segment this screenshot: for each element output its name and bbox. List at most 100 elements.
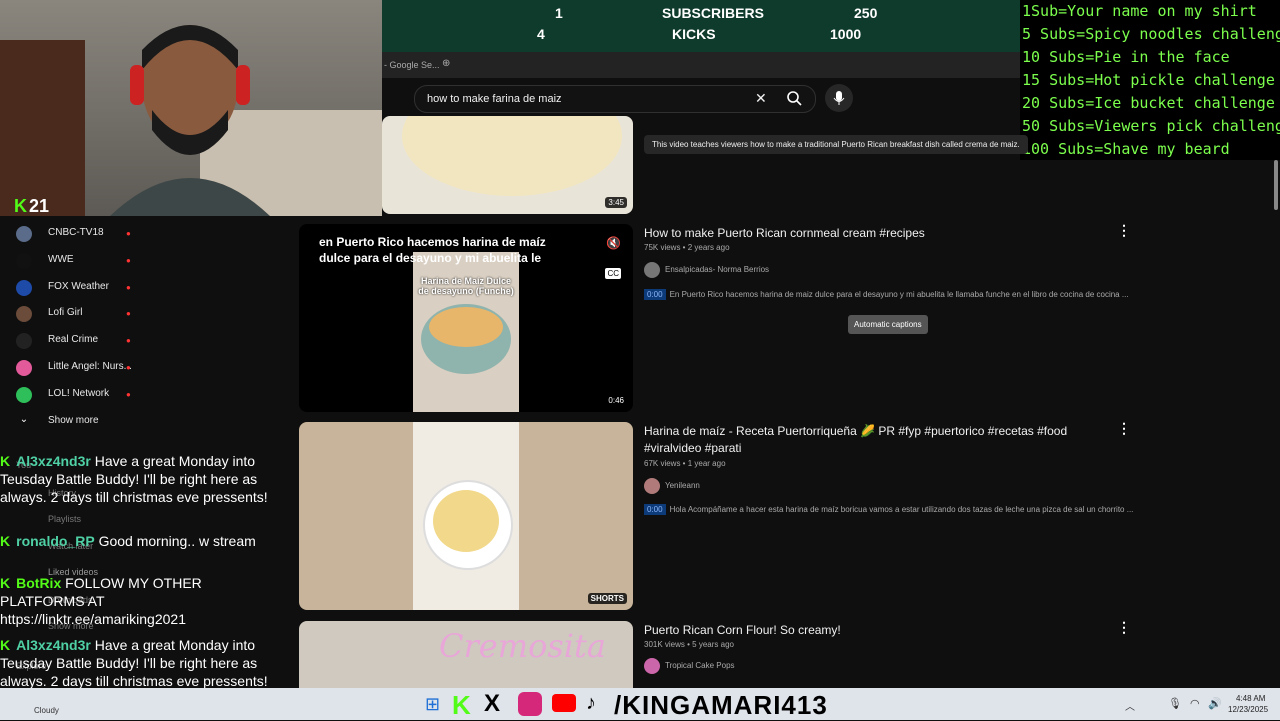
subscriber-label: SUBSCRIBERS xyxy=(662,5,764,21)
channel-link[interactable]: Ensalpicadas- Norma Berrios xyxy=(644,262,769,278)
subscriber-count: 1 xyxy=(555,5,563,21)
sidebar-item-little-angel[interactable]: Little Angel: Nurs... ● xyxy=(14,356,164,380)
page-scrollbar[interactable] xyxy=(1274,160,1278,210)
kick-icon: K xyxy=(0,637,11,653)
channel-avatar xyxy=(644,262,660,278)
sidebar-item-cnbc[interactable]: CNBC-TV18 ● xyxy=(14,222,164,246)
streamer-figure xyxy=(110,25,270,216)
video-snippet[interactable]: 0:00 Hola Acompáñame a hacer esta harina … xyxy=(644,504,1133,515)
search-icon xyxy=(787,91,802,106)
sidebar-item-lol-network[interactable]: LOL! Network ● xyxy=(14,383,164,407)
sidebar-playlists[interactable]: Playlists xyxy=(48,514,81,524)
chat-username: Al3xz4nd3r xyxy=(16,637,91,653)
live-icon: ● xyxy=(126,283,131,292)
sidebar-show-more[interactable]: ⌄ Show more xyxy=(14,410,164,434)
automatic-captions-tooltip: Automatic captions xyxy=(848,315,928,334)
thumb-image xyxy=(413,422,519,610)
search-query: how to make farina de maiz xyxy=(427,93,562,105)
search-button[interactable] xyxy=(776,85,814,111)
video-title[interactable]: Harina de maíz - Receta Puertorriqueña 🌽… xyxy=(644,423,1084,457)
search-input[interactable]: how to make farina de maiz ✕ xyxy=(414,85,816,113)
start-icon[interactable]: ⊞ xyxy=(425,694,440,715)
sidebar-item-real-crime[interactable]: Real Crime ● xyxy=(14,329,164,353)
chat-username: Al3xz4nd3r xyxy=(16,453,91,469)
live-icon: ● xyxy=(126,336,131,345)
webcam-badge: K 21 xyxy=(14,196,50,216)
video-title[interactable]: How to make Puerto Rican cornmeal cream … xyxy=(644,225,925,242)
channel-avatar xyxy=(16,333,32,349)
video-title[interactable]: Puerto Rican Corn Flour! So creamy! xyxy=(644,622,841,639)
webcam-feed: K 21 xyxy=(0,0,382,216)
more-options-icon[interactable]: ⋮ xyxy=(1117,619,1131,636)
preview-caption: en Puerto Rico hacemos harina de maíz du… xyxy=(319,235,546,265)
youtube-icon xyxy=(552,694,576,712)
voice-search-button[interactable] xyxy=(825,84,853,112)
mute-icon[interactable]: 🔇 xyxy=(606,236,621,250)
video-meta: 67K views • 1 year ago xyxy=(644,459,726,468)
thumb-image: Harina de Maíz Dulce de desayuno (Funche… xyxy=(413,252,519,412)
subscribers-row: 1 SUBSCRIBERS 250 xyxy=(382,5,1020,25)
video-duration: 0:46 xyxy=(605,395,627,406)
tray-chevron-icon[interactable]: ︿ xyxy=(1125,698,1135,713)
kick-logo-icon: K xyxy=(452,690,471,720)
subscriber-goal-table: 1 SUBSCRIBERS 250 4 KICKS 1000 xyxy=(382,0,1020,52)
live-icon: ● xyxy=(126,309,131,318)
kick-icon: K xyxy=(0,575,11,591)
globe-icon[interactable]: ⊕ xyxy=(442,58,450,69)
goal-10: 10 Subs=Pie in the face xyxy=(1022,48,1230,66)
chat-username: ronaldo_RP xyxy=(16,533,95,549)
video-meta: 301K views • 5 years ago xyxy=(644,640,734,649)
video-thumbnail-0[interactable]: 3:45 xyxy=(382,116,633,214)
clock-date[interactable]: 12/23/2025 xyxy=(1228,705,1268,714)
more-options-icon[interactable]: ⋮ xyxy=(1117,222,1131,239)
captions-icon[interactable]: CC xyxy=(605,268,621,279)
live-icon: ● xyxy=(126,256,131,265)
kick-icon: K xyxy=(0,453,11,469)
live-icon: ● xyxy=(126,390,131,399)
channel-link[interactable]: Tropical Cake Pops xyxy=(644,658,735,674)
clock-time[interactable]: 4:48 AM xyxy=(1236,694,1265,703)
tiktok-icon: ♪ xyxy=(586,692,596,714)
goal-1: 1Sub=Your name on my shirt xyxy=(1022,2,1257,20)
kick-icon: K xyxy=(0,533,11,549)
channel-link[interactable]: Yenileann xyxy=(644,478,700,494)
wifi-icon[interactable]: ◠ xyxy=(1190,697,1200,710)
more-options-icon[interactable]: ⋮ xyxy=(1117,420,1131,437)
chat-username: BotRix xyxy=(16,575,62,591)
chat-message: Kronaldo_RP Good morning.. w stream xyxy=(0,532,280,550)
video-meta: 75K views • 2 years ago xyxy=(644,243,730,252)
volume-icon[interactable]: 🔊 xyxy=(1208,697,1222,710)
x-logo-icon: X xyxy=(484,690,501,717)
webcam-dresser xyxy=(0,40,85,216)
channel-avatar xyxy=(644,658,660,674)
video-thumbnail-3[interactable]: Cremosita xyxy=(299,621,633,688)
chat-message: K Al3xz4nd3r Have a great Monday into Teu… xyxy=(0,636,280,690)
channel-avatar xyxy=(644,478,660,494)
chat-message: K BotRix FOLLOW MY OTHER PLATFORMS AT htt… xyxy=(0,574,280,628)
subscriber-target: 250 xyxy=(854,5,878,21)
bookmark-bar: - Google Se... ⊕ xyxy=(382,52,1020,78)
channel-avatar xyxy=(16,306,32,322)
chat-message: K Al3xz4nd3r Have a great Monday into Teu… xyxy=(0,452,280,506)
streamer-handle: /KINGAMARI413 xyxy=(614,690,828,720)
kicks-label: KICKS xyxy=(672,26,716,42)
bookmark-google[interactable]: - Google Se... xyxy=(384,60,440,70)
kicks-target: 1000 xyxy=(830,26,862,42)
mic-tray-icon[interactable]: 🎙 xyxy=(1168,697,1182,710)
goal-20: 20 Subs=Ice bucket challenge xyxy=(1022,94,1275,112)
kicks-row: 4 KICKS 1000 xyxy=(382,26,1020,46)
video-snippet[interactable]: 0:00 En Puerto Rico hacemos harina de mai… xyxy=(644,289,1129,300)
chevron-down-icon: ⌄ xyxy=(19,414,29,425)
sidebar-item-lofi-girl[interactable]: Lofi Girl ● xyxy=(14,302,164,326)
windows-taskbar: Cloudy ⊞ K X ♪ /KINGAMARI413 ︿ 🎙 ◠ 🔊 4:4… xyxy=(0,688,1280,720)
clear-search-icon[interactable]: ✕ xyxy=(755,90,767,107)
sidebar-item-wwe[interactable]: WWE ● xyxy=(14,249,164,273)
video-thumbnail-2[interactable]: SHORTS xyxy=(299,422,633,610)
channel-avatar xyxy=(16,360,32,376)
goal-15: 15 Subs=Hot pickle challenge xyxy=(1022,71,1275,89)
live-icon: ● xyxy=(126,229,131,238)
video-thumbnail-1[interactable]: Harina de Maíz Dulce de desayuno (Funche… xyxy=(299,224,633,412)
weather-widget[interactable]: Cloudy xyxy=(34,706,59,715)
live-icon: ● xyxy=(126,363,131,372)
sidebar-item-fox-weather[interactable]: FOX Weather ● xyxy=(14,276,164,300)
